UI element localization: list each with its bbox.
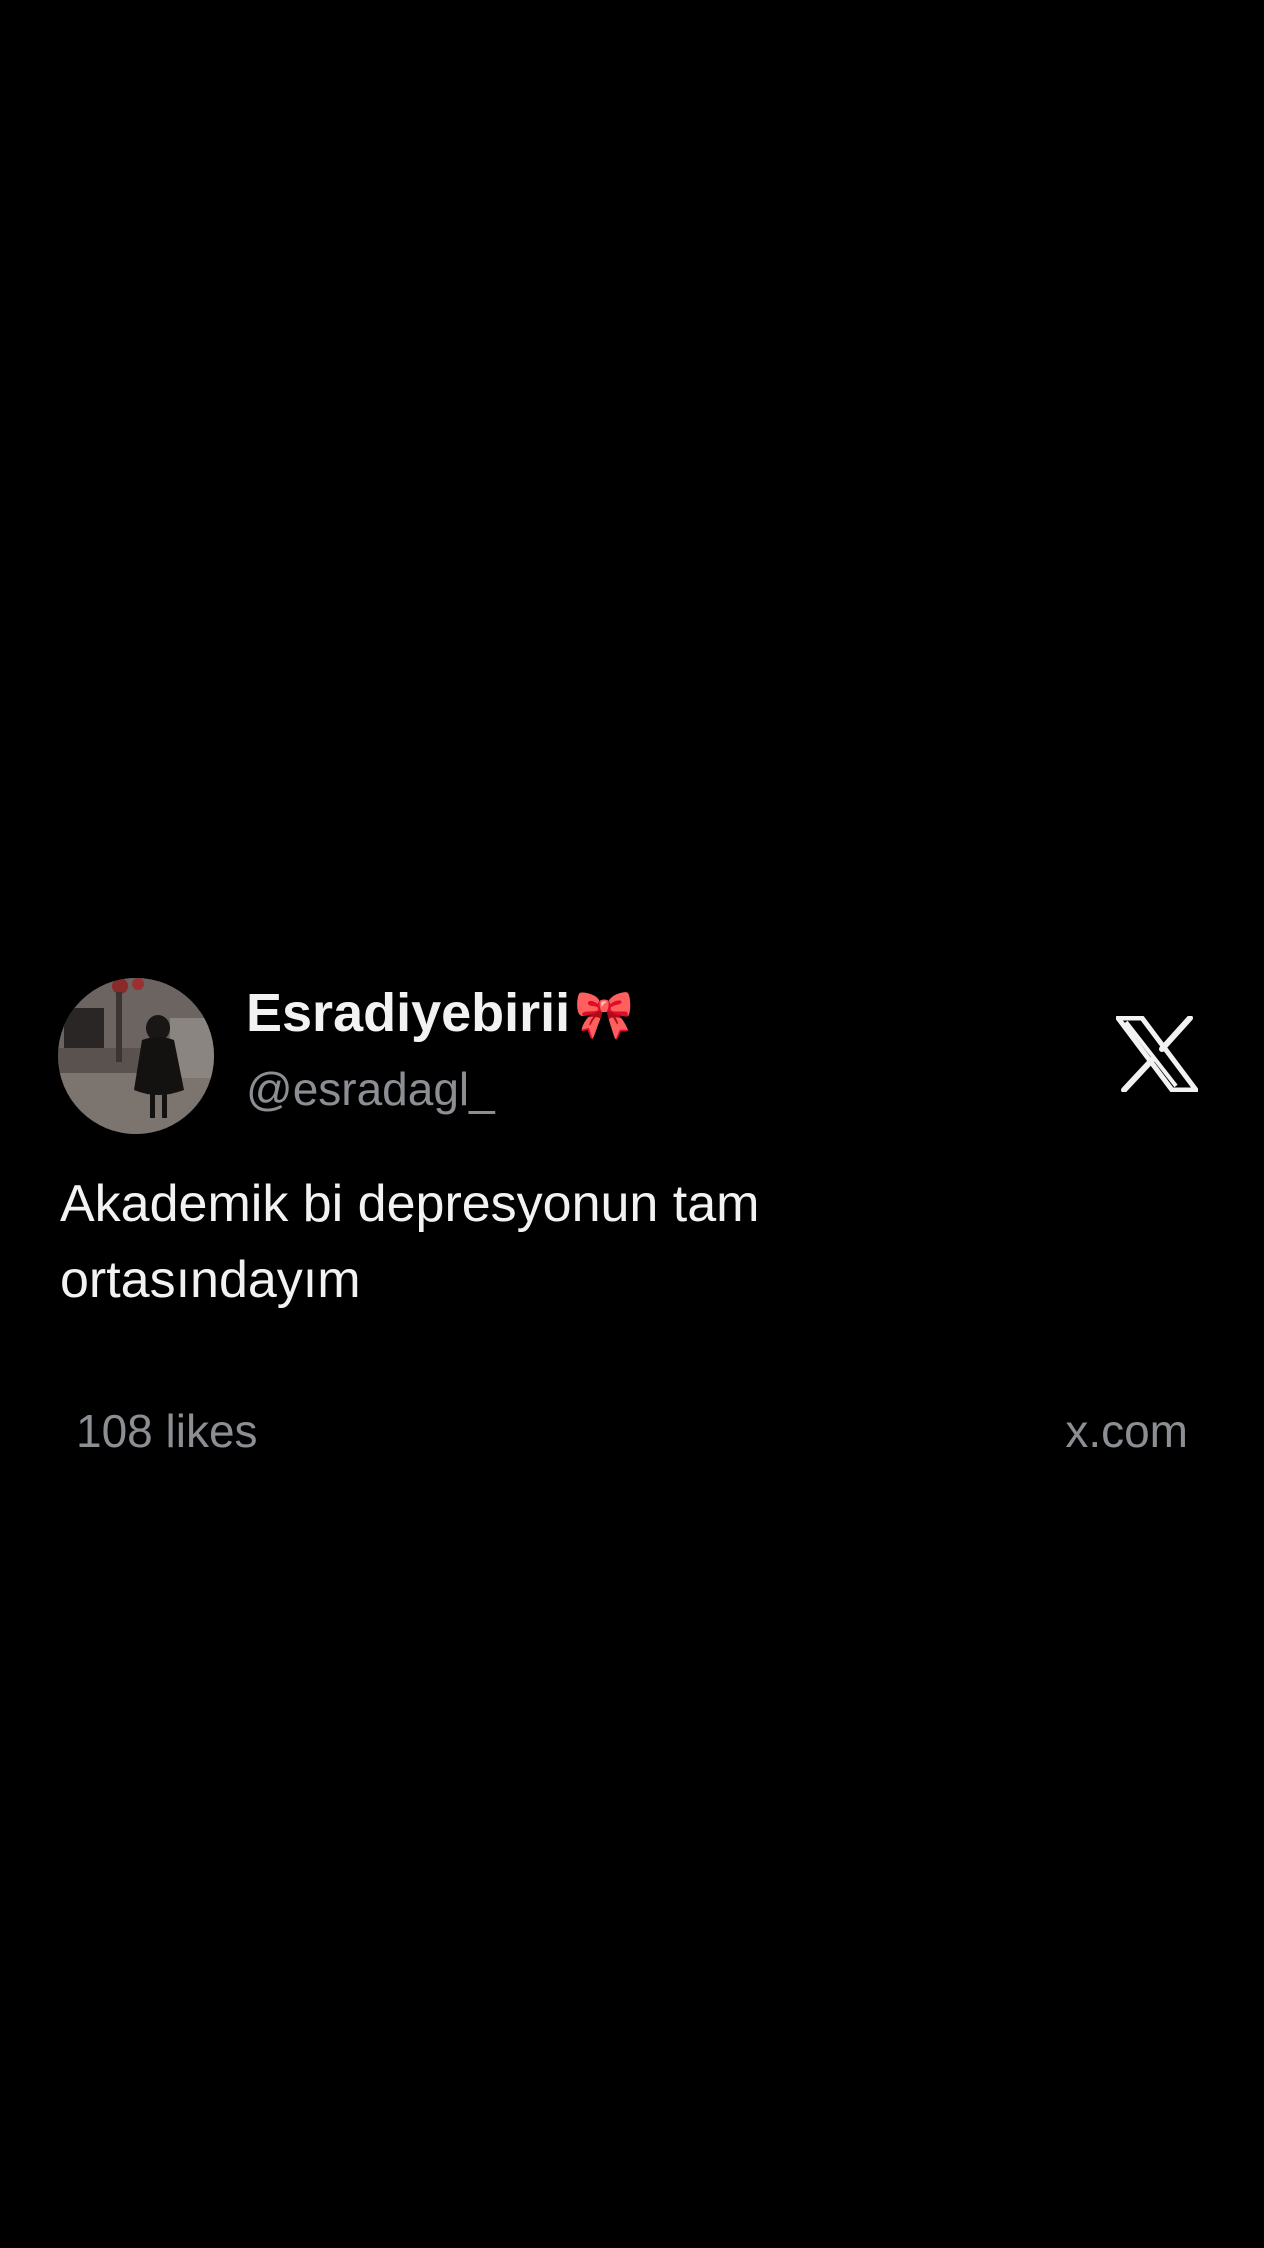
profile-photo <box>58 978 214 1134</box>
x-logo-icon[interactable] <box>1116 1016 1198 1092</box>
display-name-text: Esradiyebirii <box>246 983 571 1043</box>
avatar[interactable] <box>58 978 214 1134</box>
post-text-line-2: ortasındayım <box>60 1251 361 1309</box>
user-handle[interactable]: @esradagl_ <box>246 1066 495 1112</box>
ribbon-emoji: 🎀 <box>574 987 634 1043</box>
post-text: Akademik bi depresyonun tam ortasındayım <box>60 1166 1060 1318</box>
display-name[interactable]: Esradiyebirii🎀 <box>246 986 634 1040</box>
post-card[interactable]: Esradiyebirii🎀 @esradagl_ Akademik bi de… <box>0 960 1264 1480</box>
source-link[interactable]: x.com <box>1065 1408 1188 1454</box>
post-text-line-1: Akademik bi depresyonun tam <box>60 1175 760 1233</box>
likes-count[interactable]: 108 likes <box>76 1408 258 1454</box>
